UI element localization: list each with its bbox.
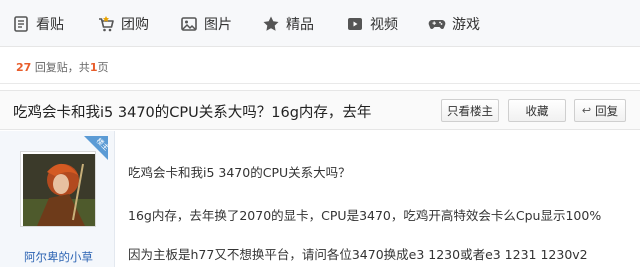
shopping-cart-icon [97,15,115,33]
op-badge: 楼主 [84,136,111,160]
image-icon [180,15,198,33]
post-line: 16g内存，去年换了2070的显卡，CPU是3470，吃鸡开高特效会卡么Cpu显… [128,208,602,223]
post-content: 吃鸡会卡和我i5 3470的CPU关系大吗？ 16g内存，去年换了2070的显卡… [128,131,628,267]
thread-title: 吃鸡会卡和我i5 3470的CPU关系大吗？16g内存，去年 [13,105,372,121]
nav-item-posts[interactable]: 看贴 [12,13,64,35]
favorite-button[interactable]: 收藏 [508,99,566,122]
star-icon [262,15,280,33]
nav-label: 精品 [286,17,314,33]
nav-label: 图片 [204,17,232,33]
nav-item-featured[interactable]: 精品 [262,13,314,35]
video-icon [346,15,364,33]
nav-label: 看贴 [36,17,64,33]
only-op-label: 只看楼主 [447,103,493,118]
reply-count: 27 [16,61,32,74]
nav-label: 团购 [121,17,149,33]
reply-button[interactable]: ↩ 回复 [574,99,626,122]
author-name[interactable]: 阿尔卑的小草 [24,249,93,265]
nav-label: 视频 [370,17,398,33]
post-line: 因为主板是h77又不想换平台，请问各位3470换成e3 1230或者e3 123… [128,247,588,262]
only-op-button[interactable]: 只看楼主 [441,99,499,122]
nav-item-games[interactable]: 游戏 [428,13,480,35]
top-nav: 看贴 团购 图片 精品 视频 游戏 [0,0,640,47]
reply-icon: ↩ [581,104,592,117]
thread-title-bar: 吃鸡会卡和我i5 3470的CPU关系大吗？16g内存，去年 只看楼主 收藏 ↩… [0,90,640,130]
reply-label: 回复 [595,103,619,118]
post-line: 吃鸡会卡和我i5 3470的CPU关系大吗？ [128,165,351,180]
nav-label: 游戏 [452,17,480,33]
reply-info-bar: 27 回复贴，共1页 [0,48,640,84]
reply-summary: 27 回复贴，共1页 [16,59,108,75]
favorite-label: 收藏 [525,103,549,118]
nav-item-images[interactable]: 图片 [180,13,232,35]
gamepad-icon [428,15,446,33]
nav-item-groupbuy[interactable]: 团购 [97,13,149,35]
avatar[interactable] [20,151,96,227]
page-suffix: 页 [97,61,109,74]
document-icon [12,15,30,33]
nav-item-videos[interactable]: 视频 [346,13,398,35]
reply-label: 回复贴，共 [34,61,90,74]
